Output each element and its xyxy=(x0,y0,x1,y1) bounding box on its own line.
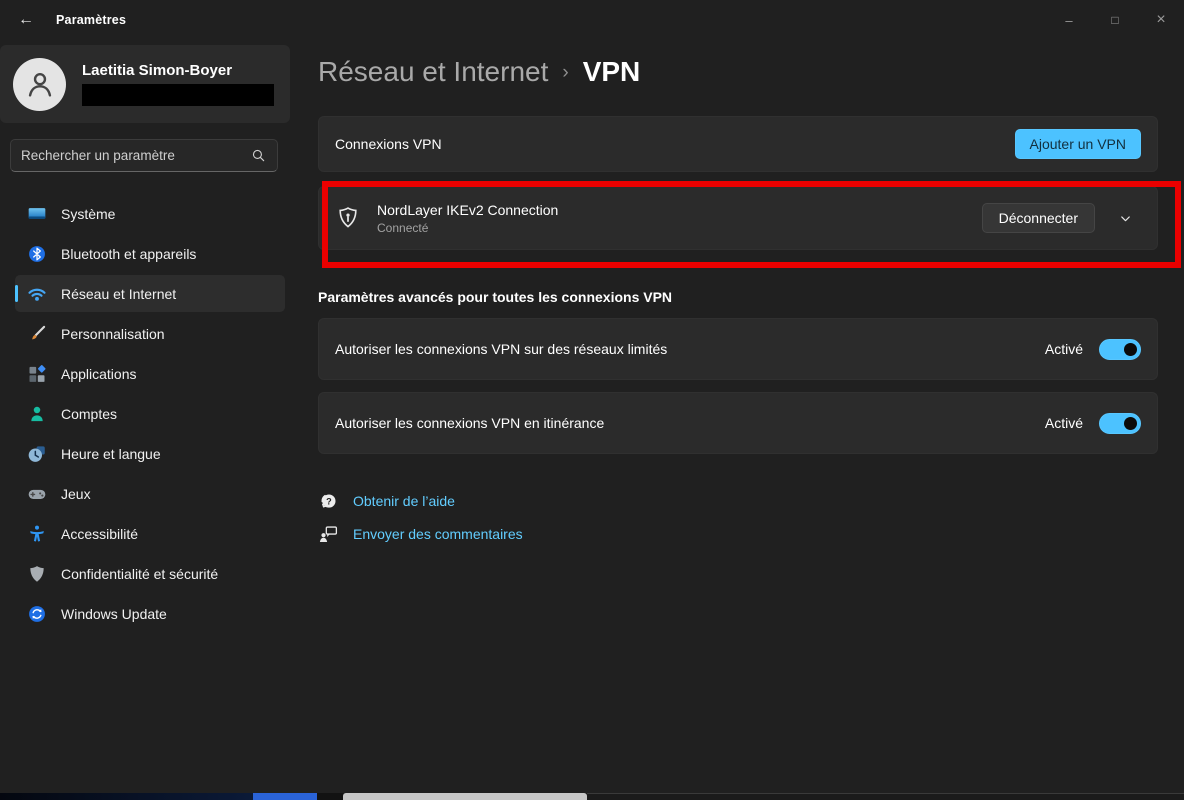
toggle-vpn-roaming[interactable] xyxy=(1099,413,1141,434)
minimize-icon: – xyxy=(1065,13,1072,28)
sidebar-item-accessibilite[interactable]: Accessibilité xyxy=(15,515,285,552)
accessibility-icon xyxy=(27,524,47,544)
setting-label: Autoriser les connexions VPN en itinéran… xyxy=(335,415,604,431)
vpn-connections-card: Connexions VPN Ajouter un VPN xyxy=(318,116,1158,172)
sidebar-item-reseau-et-internet[interactable]: Réseau et Internet xyxy=(15,275,285,312)
vpn-connection-name: NordLayer IKEv2 Connection xyxy=(377,202,558,218)
back-arrow-icon: ← xyxy=(18,11,34,28)
close-button[interactable]: × xyxy=(1138,0,1184,40)
page-title: VPN xyxy=(583,56,641,88)
sidebar-item-jeux[interactable]: Jeux xyxy=(15,475,285,512)
setting-row-roaming: Autoriser les connexions VPN en itinéran… xyxy=(318,392,1158,454)
settings-window: ← Paramètres – □ × Laetitia Simon-Boyer xyxy=(0,0,1184,800)
email-redaction xyxy=(82,84,274,106)
search-input[interactable] xyxy=(21,148,250,163)
close-icon: × xyxy=(1156,11,1165,29)
profile-name: Laetitia Simon-Boyer xyxy=(82,62,274,79)
sidebar-item-bluetooth[interactable]: Bluetooth et appareils xyxy=(15,235,285,272)
sidebar: Laetitia Simon-Boyer Système Bluetooth e… xyxy=(0,40,300,793)
person-icon xyxy=(23,67,57,101)
avatar xyxy=(13,58,66,111)
minimize-button[interactable]: – xyxy=(1046,0,1092,40)
main-content: Réseau et Internet › VPN Connexions VPN … xyxy=(318,40,1184,800)
breadcrumb: Réseau et Internet › VPN xyxy=(318,56,640,88)
sliver-edge-line xyxy=(587,793,1184,800)
sidebar-item-label: Système xyxy=(61,206,115,222)
sidebar-item-heure-et-langue[interactable]: Heure et langue xyxy=(15,435,285,472)
toggle-state-label: Activé xyxy=(1045,341,1083,357)
sidebar-nav: Système Bluetooth et appareils Réseau et… xyxy=(0,195,300,635)
gamepad-icon xyxy=(27,484,47,504)
back-button[interactable]: ← xyxy=(6,5,46,35)
privacy-shield-icon xyxy=(27,564,47,584)
toggle-vpn-limited-networks[interactable] xyxy=(1099,339,1141,360)
sliver-blue-segment xyxy=(253,793,317,800)
sidebar-item-label: Jeux xyxy=(61,486,91,502)
breadcrumb-separator-icon: › xyxy=(562,62,568,84)
sidebar-item-label: Comptes xyxy=(61,406,117,422)
sidebar-item-label: Bluetooth et appareils xyxy=(61,246,196,262)
sidebar-item-label: Accessibilité xyxy=(61,526,138,542)
sidebar-item-confidentialite[interactable]: Confidentialité et sécurité xyxy=(15,555,285,592)
vpn-connection-status: Connecté xyxy=(377,221,558,235)
app-title: Paramètres xyxy=(56,13,126,27)
windows-update-icon xyxy=(27,604,47,624)
sidebar-item-applications[interactable]: Applications xyxy=(15,355,285,392)
search-icon xyxy=(250,147,267,164)
sidebar-item-label: Confidentialité et sécurité xyxy=(61,566,218,582)
breadcrumb-parent[interactable]: Réseau et Internet xyxy=(318,56,548,88)
search-box xyxy=(10,139,278,172)
sliver-navy-segment xyxy=(0,793,253,800)
apps-icon xyxy=(27,364,47,384)
vpn-connection-row[interactable]: NordLayer IKEv2 Connection Connecté Déco… xyxy=(318,186,1158,250)
toggle-state-label: Activé xyxy=(1045,415,1083,431)
chevron-down-icon xyxy=(1118,211,1133,226)
sidebar-item-comptes[interactable]: Comptes xyxy=(15,395,285,432)
account-icon xyxy=(27,404,47,424)
get-help-link[interactable]: Obtenir de l’aide xyxy=(353,493,455,509)
get-help-row[interactable]: ? Obtenir de l’aide xyxy=(318,488,455,514)
toggle-knob xyxy=(1124,417,1137,430)
get-help-icon: ? xyxy=(318,491,339,512)
clock-icon xyxy=(27,444,47,464)
expand-connection-button[interactable] xyxy=(1109,202,1141,234)
window-controls: – □ × xyxy=(1046,0,1184,40)
feedback-icon xyxy=(318,524,339,545)
background-window-sliver xyxy=(0,793,1184,800)
sidebar-item-label: Heure et langue xyxy=(61,446,161,462)
bluetooth-icon xyxy=(27,244,47,264)
paintbrush-icon xyxy=(27,324,47,344)
advanced-settings-header: Paramètres avancés pour toutes les conne… xyxy=(318,289,672,305)
add-vpn-button[interactable]: Ajouter un VPN xyxy=(1015,129,1142,159)
svg-text:?: ? xyxy=(326,496,332,506)
send-feedback-link[interactable]: Envoyer des commentaires xyxy=(353,526,523,542)
send-feedback-row[interactable]: Envoyer des commentaires xyxy=(318,521,523,547)
setting-label: Autoriser les connexions VPN sur des rés… xyxy=(335,341,667,357)
sliver-gray-segment xyxy=(343,793,587,800)
sidebar-item-personnalisation[interactable]: Personnalisation xyxy=(15,315,285,352)
profile-card[interactable]: Laetitia Simon-Boyer xyxy=(0,45,290,123)
maximize-button[interactable]: □ xyxy=(1092,0,1138,40)
vpn-connections-label: Connexions VPN xyxy=(335,136,442,152)
maximize-icon: □ xyxy=(1111,13,1118,27)
wifi-icon xyxy=(27,284,47,304)
sidebar-item-label: Windows Update xyxy=(61,606,167,622)
disconnect-button[interactable]: Déconnecter xyxy=(982,203,1095,233)
vpn-shield-icon xyxy=(335,205,361,231)
setting-row-limited-networks: Autoriser les connexions VPN sur des rés… xyxy=(318,318,1158,380)
sidebar-item-windows-update[interactable]: Windows Update xyxy=(15,595,285,632)
sidebar-item-label: Personnalisation xyxy=(61,326,165,342)
system-icon xyxy=(27,204,47,224)
sidebar-item-systeme[interactable]: Système xyxy=(15,195,285,232)
sidebar-item-label: Applications xyxy=(61,366,137,382)
sidebar-item-label: Réseau et Internet xyxy=(61,286,176,302)
toggle-knob xyxy=(1124,343,1137,356)
vpn-connection-info: NordLayer IKEv2 Connection Connecté xyxy=(377,202,558,235)
titlebar: ← Paramètres – □ × xyxy=(0,0,1184,40)
sliver-dark-segment xyxy=(317,793,343,800)
profile-text: Laetitia Simon-Boyer xyxy=(82,62,274,106)
